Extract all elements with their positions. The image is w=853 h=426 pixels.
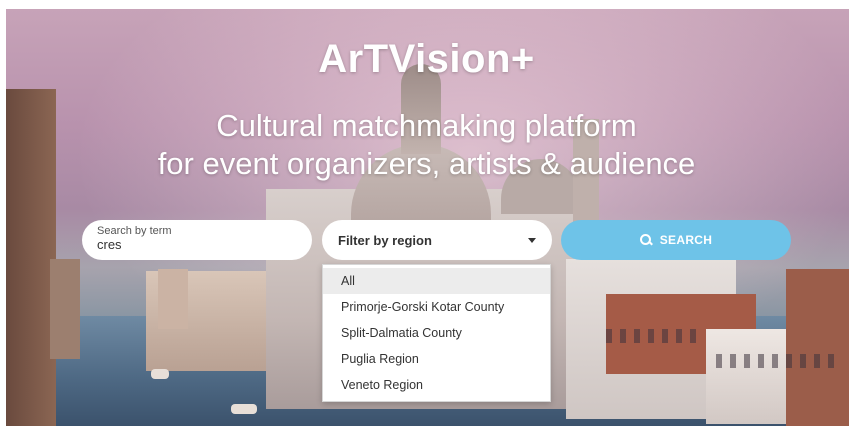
region-option-split-dalmatia[interactable]: Split-Dalmatia County: [323, 320, 550, 346]
search-icon: [639, 234, 652, 246]
page-title: ArTVision+: [318, 37, 535, 81]
far-right-building: [786, 269, 849, 426]
boat: [231, 404, 257, 414]
region-option-puglia[interactable]: Puglia Region: [323, 346, 550, 372]
boat: [151, 369, 169, 379]
region-dropdown-menu: All Primorje-Gorski Kotar County Split-D…: [322, 264, 551, 402]
bell-tower: [158, 269, 188, 329]
region-option-primorje-gorski-kotar[interactable]: Primorje-Gorski Kotar County: [323, 294, 550, 320]
subtitle-line-1: Cultural matchmaking platform: [216, 108, 637, 143]
windows: [606, 329, 696, 343]
chevron-down-icon[interactable]: [528, 237, 536, 243]
search-button-label: SEARCH: [659, 233, 713, 247]
region-select-label: Filter by region: [338, 232, 432, 248]
page-subtitle: Cultural matchmaking platform for event …: [0, 107, 853, 183]
search-button[interactable]: SEARCH: [561, 220, 791, 260]
left-building-2: [50, 259, 80, 359]
region-option-veneto[interactable]: Veneto Region: [323, 372, 550, 398]
search-term-value[interactable]: cres: [97, 237, 312, 252]
subtitle-line-2: for event organizers, artists & audience: [157, 146, 696, 181]
windows: [716, 354, 836, 368]
region-select[interactable]: Filter by region: [322, 220, 552, 260]
region-option-all[interactable]: All: [323, 268, 550, 294]
search-term-label: Search by term: [97, 225, 172, 237]
search-term-input[interactable]: Search by term cres: [82, 220, 312, 260]
